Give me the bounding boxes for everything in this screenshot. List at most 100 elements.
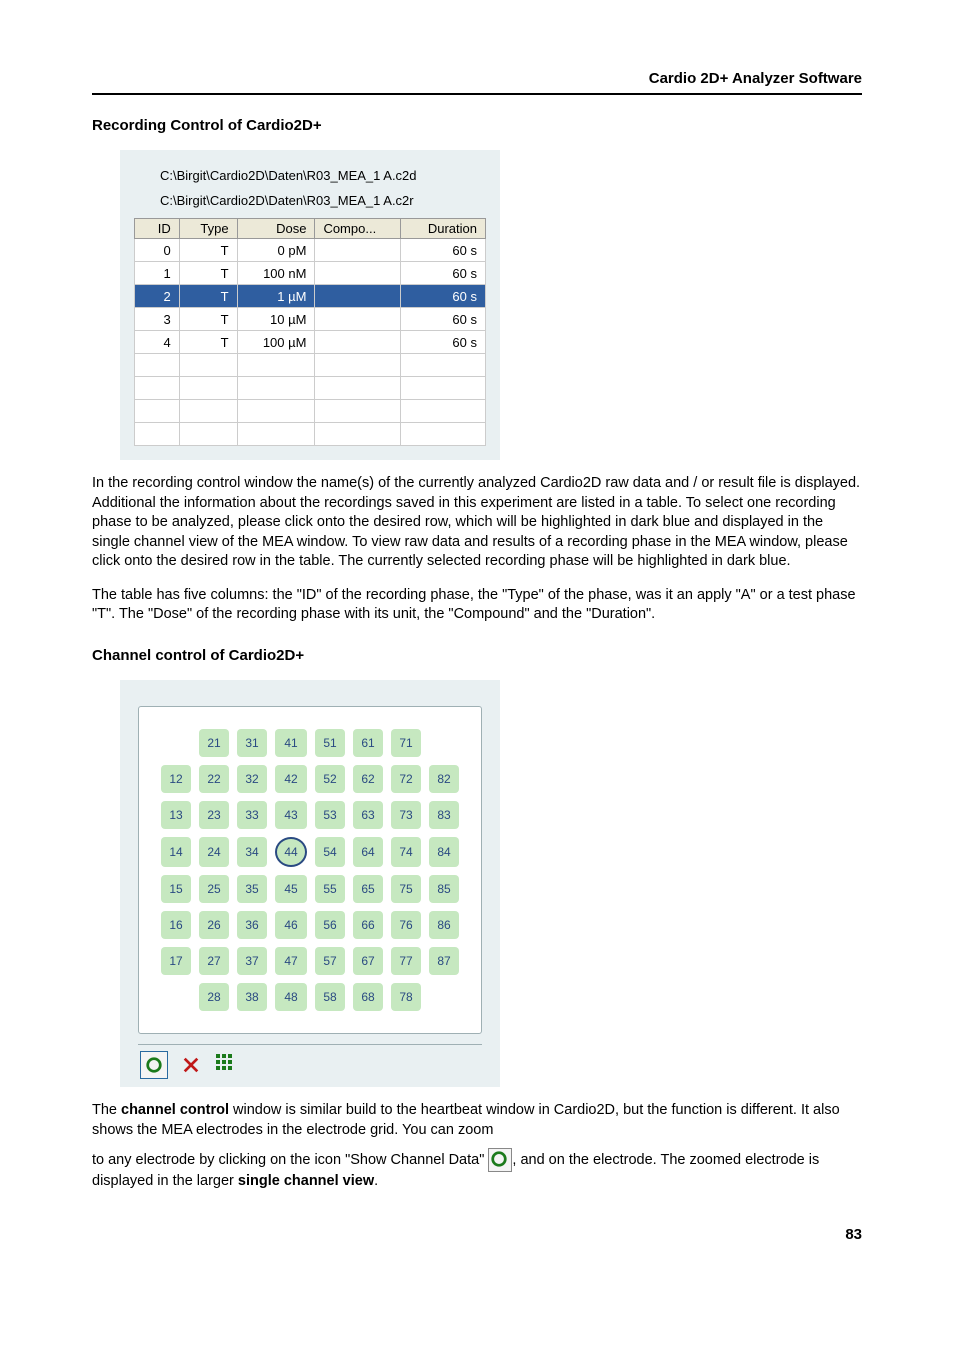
electrode-57[interactable]: 57 xyxy=(315,947,345,975)
electrode-13[interactable]: 13 xyxy=(161,801,191,829)
electrode-63[interactable]: 63 xyxy=(353,801,383,829)
raw-data-path: C:\Birgit\Cardio2D\Daten\R03_MEA_1 A.c2d xyxy=(160,168,486,183)
recording-phase-table[interactable]: ID Type Dose Compo... Duration 0T0 pM60 … xyxy=(134,218,486,446)
electrode-empty xyxy=(161,983,191,1011)
table-row-empty[interactable] xyxy=(135,377,486,400)
channel-toolbar xyxy=(138,1044,482,1081)
electrode-21[interactable]: 21 xyxy=(199,729,229,757)
electrode-28[interactable]: 28 xyxy=(199,983,229,1011)
electrode-43[interactable]: 43 xyxy=(275,801,307,829)
electrode-22[interactable]: 22 xyxy=(199,765,229,793)
electrode-74[interactable]: 74 xyxy=(391,837,421,867)
electrode-26[interactable]: 26 xyxy=(199,911,229,939)
electrode-47[interactable]: 47 xyxy=(275,947,307,975)
grid-view-button[interactable] xyxy=(214,1052,234,1077)
col-duration[interactable]: Duration xyxy=(401,219,486,239)
grid-view-icon xyxy=(214,1052,234,1072)
electrode-82[interactable]: 82 xyxy=(429,765,459,793)
inline-show-channel-data-icon xyxy=(488,1148,512,1172)
electrode-87[interactable]: 87 xyxy=(429,947,459,975)
table-row[interactable]: 2T1 µM60 s xyxy=(135,285,486,308)
electrode-75[interactable]: 75 xyxy=(391,875,421,903)
recording-para-2: The table has five columns: the "ID" of … xyxy=(92,586,862,625)
electrode-77[interactable]: 77 xyxy=(391,947,421,975)
page-number: 83 xyxy=(92,1226,862,1243)
electrode-73[interactable]: 73 xyxy=(391,801,421,829)
electrode-62[interactable]: 62 xyxy=(353,765,383,793)
col-dose[interactable]: Dose xyxy=(237,219,315,239)
show-channel-data-icon xyxy=(145,1056,163,1074)
channel-control-panel: 21 31 41 51 61 71 12 22 32 42 52 62 72 82 13 23 33 43 53 63… xyxy=(120,680,500,1087)
table-row[interactable]: 1T100 nM60 s xyxy=(135,262,486,285)
electrode-68[interactable]: 68 xyxy=(353,983,383,1011)
electrode-46[interactable]: 46 xyxy=(275,911,307,939)
electrode-84[interactable]: 84 xyxy=(429,837,459,867)
col-id[interactable]: ID xyxy=(135,219,180,239)
electrode-56[interactable]: 56 xyxy=(315,911,345,939)
electrode-58[interactable]: 58 xyxy=(315,983,345,1011)
electrode-14[interactable]: 14 xyxy=(161,837,191,867)
electrode-17[interactable]: 17 xyxy=(161,947,191,975)
electrode-34[interactable]: 34 xyxy=(237,837,267,867)
electrode-27[interactable]: 27 xyxy=(199,947,229,975)
electrode-25[interactable]: 25 xyxy=(199,875,229,903)
deselect-button[interactable] xyxy=(178,1052,204,1078)
deselect-icon xyxy=(182,1056,200,1074)
electrode-15[interactable]: 15 xyxy=(161,875,191,903)
electrode-12[interactable]: 12 xyxy=(161,765,191,793)
electrode-45[interactable]: 45 xyxy=(275,875,307,903)
electrode-42[interactable]: 42 xyxy=(275,765,307,793)
electrode-61[interactable]: 61 xyxy=(353,729,383,757)
table-row[interactable]: 0T0 pM60 s xyxy=(135,239,486,262)
electrode-76[interactable]: 76 xyxy=(391,911,421,939)
electrode-54[interactable]: 54 xyxy=(315,837,345,867)
electrode-66[interactable]: 66 xyxy=(353,911,383,939)
electrode-67[interactable]: 67 xyxy=(353,947,383,975)
electrode-85[interactable]: 85 xyxy=(429,875,459,903)
electrode-31[interactable]: 31 xyxy=(237,729,267,757)
electrode-41[interactable]: 41 xyxy=(275,729,307,757)
electrode-grid-box: 21 31 41 51 61 71 12 22 32 42 52 62 72 82 13 23 33 43 53 63… xyxy=(138,706,482,1034)
header-title: Cardio 2D+ Analyzer Software xyxy=(649,70,862,87)
electrode-empty xyxy=(429,983,459,1011)
electrode-51[interactable]: 51 xyxy=(315,729,345,757)
electrode-33[interactable]: 33 xyxy=(237,801,267,829)
electrode-53[interactable]: 53 xyxy=(315,801,345,829)
electrode-48[interactable]: 48 xyxy=(275,983,307,1011)
electrode-36[interactable]: 36 xyxy=(237,911,267,939)
electrode-83[interactable]: 83 xyxy=(429,801,459,829)
electrode-empty xyxy=(429,729,459,757)
table-row-empty[interactable] xyxy=(135,354,486,377)
col-compo[interactable]: Compo... xyxy=(315,219,401,239)
table-row[interactable]: 4T100 µM60 s xyxy=(135,331,486,354)
electrode-35[interactable]: 35 xyxy=(237,875,267,903)
recording-control-panel: C:\Birgit\Cardio2D\Daten\R03_MEA_1 A.c2d… xyxy=(120,150,500,460)
electrode-37[interactable]: 37 xyxy=(237,947,267,975)
channel-para-2: to any electrode by clicking on the icon… xyxy=(92,1148,862,1192)
electrode-grid[interactable]: 21 31 41 51 61 71 12 22 32 42 52 62 72 82 13 23 33 43 53 63… xyxy=(153,721,467,1019)
electrode-64[interactable]: 64 xyxy=(353,837,383,867)
table-row-empty[interactable] xyxy=(135,400,486,423)
table-row[interactable]: 3T10 µM60 s xyxy=(135,308,486,331)
electrode-38[interactable]: 38 xyxy=(237,983,267,1011)
electrode-55[interactable]: 55 xyxy=(315,875,345,903)
channel-para-1: The channel control window is similar bu… xyxy=(92,1101,862,1140)
recording-para-1: In the recording control window the name… xyxy=(92,474,862,572)
show-channel-data-button[interactable] xyxy=(140,1051,168,1079)
electrode-65[interactable]: 65 xyxy=(353,875,383,903)
electrode-23[interactable]: 23 xyxy=(199,801,229,829)
electrode-32[interactable]: 32 xyxy=(237,765,267,793)
electrode-78[interactable]: 78 xyxy=(391,983,421,1011)
electrode-71[interactable]: 71 xyxy=(391,729,421,757)
table-row-empty[interactable] xyxy=(135,423,486,446)
electrode-52[interactable]: 52 xyxy=(315,765,345,793)
electrode-empty xyxy=(161,729,191,757)
table-header-row[interactable]: ID Type Dose Compo... Duration xyxy=(135,219,486,239)
electrode-16[interactable]: 16 xyxy=(161,911,191,939)
electrode-44[interactable]: 44 xyxy=(275,837,307,867)
result-file-path: C:\Birgit\Cardio2D\Daten\R03_MEA_1 A.c2r xyxy=(160,193,486,208)
col-type[interactable]: Type xyxy=(179,219,237,239)
electrode-72[interactable]: 72 xyxy=(391,765,421,793)
electrode-86[interactable]: 86 xyxy=(429,911,459,939)
electrode-24[interactable]: 24 xyxy=(199,837,229,867)
